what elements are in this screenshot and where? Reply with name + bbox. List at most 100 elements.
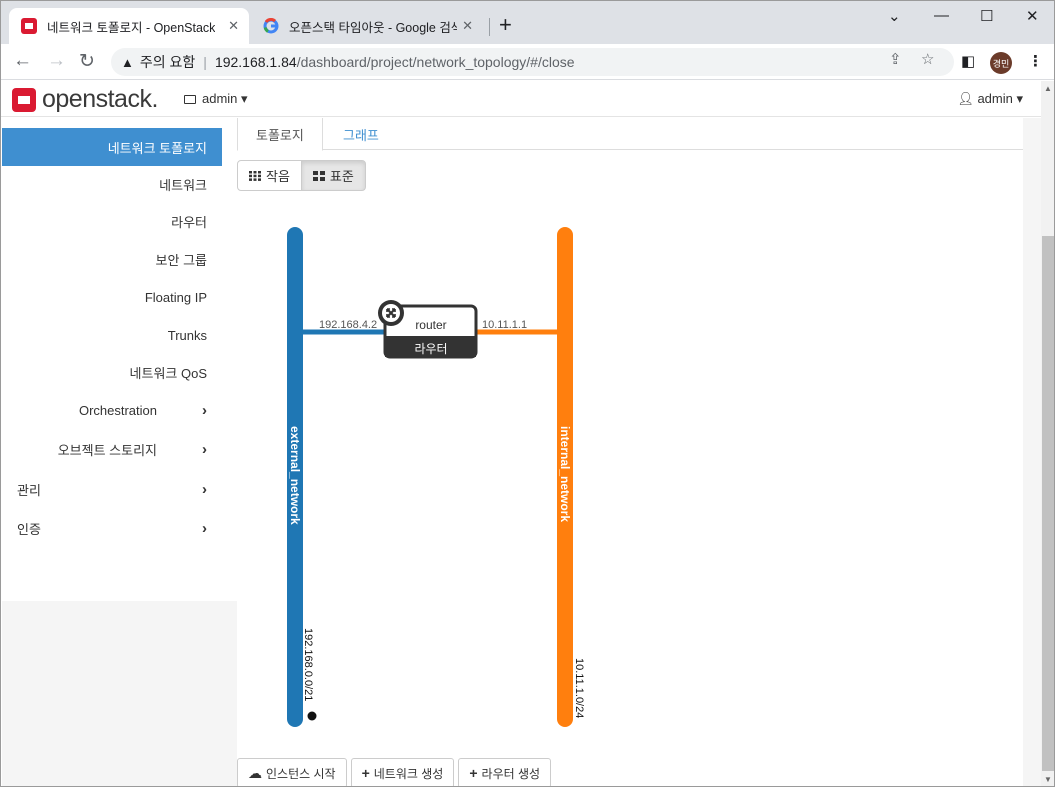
small-view-button[interactable]: 작음 <box>237 160 302 191</box>
sidebar-item-identity[interactable]: 인증 › <box>2 509 222 547</box>
sidebar-item-label: Trunks <box>167 327 207 343</box>
logo-text: openstack. <box>42 85 158 113</box>
side-panel-icon[interactable]: ◧ <box>961 52 975 70</box>
scroll-up-icon[interactable]: ▲ <box>1044 84 1052 93</box>
sidebar-item-label: 네트워크 QoS <box>129 365 207 381</box>
tab-strip: 네트워크 토폴로지 - OpenStack ✕ 오픈스택 타임아웃 - Goog… <box>1 1 1054 44</box>
tab-search-icon[interactable]: ⌄ <box>888 7 901 25</box>
warning-icon[interactable]: ▲ <box>121 55 134 70</box>
address-bar[interactable]: ▲ 주의 요함 | 192.168.1.84/dashboard/project… <box>111 48 954 76</box>
back-icon[interactable]: ← <box>13 50 32 72</box>
launch-instance-label: 인스턴스 시작 <box>266 766 336 781</box>
plus-icon: + <box>469 765 478 781</box>
create-network-button[interactable]: + 네트워크 생성 <box>350 758 455 786</box>
openstack-favicon-icon <box>21 18 37 34</box>
sidebar-item-trunks[interactable]: Trunks <box>2 316 222 354</box>
close-window-button[interactable]: ✕ <box>1026 7 1039 25</box>
sidebar-item-label: 보안 그룹 <box>155 252 207 268</box>
sidebar-item-routers[interactable]: 라우터 <box>2 202 222 240</box>
network-external[interactable]: external_network 192.168.0.0/21 <box>287 227 317 727</box>
sidebar-item-label: 네트워크 토폴로지 <box>107 140 207 156</box>
share-icon[interactable]: ⇪ <box>889 50 902 68</box>
view-tabs: 토폴로지 그래프 <box>237 118 1023 151</box>
page-scrollbar[interactable]: ▲ ▼ <box>1041 81 1054 786</box>
sidebar-item-floating-ip[interactable]: Floating IP <box>2 278 222 316</box>
sidebar: 네트워크 토폴로지 네트워크 라우터 보안 그룹 Floating IP Tru… <box>2 118 222 601</box>
scroll-down-icon[interactable]: ▼ <box>1044 775 1052 784</box>
router-type-label: 라우터 <box>414 342 447 356</box>
grid-small-icon <box>249 170 261 181</box>
profile-avatar[interactable]: 경민 <box>990 52 1012 74</box>
create-network-label: 네트워크 생성 <box>373 766 444 781</box>
chevron-right-icon: › <box>202 440 207 458</box>
tab-close-icon[interactable]: ✕ <box>462 18 473 34</box>
sidebar-item-label: 인증 <box>17 521 41 537</box>
menu-kebab-icon[interactable]: ⋮ <box>1028 52 1043 70</box>
router-icon <box>378 300 404 326</box>
normal-view-button[interactable]: 표준 <box>300 160 366 191</box>
reload-icon[interactable]: ↻ <box>79 50 95 73</box>
sidebar-item-label: Floating IP <box>144 289 207 305</box>
tab-topology[interactable]: 토폴로지 <box>237 118 323 151</box>
user-label: admin ▾ <box>977 91 1023 106</box>
tab-title: 네트워크 토폴로지 - OpenStack <box>47 20 215 35</box>
tab-google[interactable]: 오픈스택 타임아웃 - Google 검색 ✕ <box>253 8 483 44</box>
sidebar-item-orchestration[interactable]: Orchestration › <box>2 391 222 429</box>
sidebar-item-label: 네트워크 <box>159 177 207 193</box>
sidebar-item-networks[interactable]: 네트워크 <box>2 165 222 203</box>
address-divider: | <box>203 54 207 70</box>
bookmark-star-icon[interactable]: ☆ <box>921 50 934 68</box>
tab-graph[interactable]: 그래프 <box>325 118 397 150</box>
topology-actions: ☁ 인스턴스 시작 + 네트워크 생성 + 라우터 생성 <box>237 758 552 786</box>
network-name: internal_network <box>558 426 572 522</box>
sidebar-item-label: 오브젝트 스토리지 <box>57 442 157 458</box>
sidebar-item-network-qos[interactable]: 네트워크 QoS <box>2 353 222 391</box>
sidebar-item-network-topology[interactable]: 네트워크 토폴로지 <box>2 128 222 166</box>
project-label: admin ▾ <box>202 91 248 106</box>
globe-icon <box>307 711 317 721</box>
router-name: router <box>415 318 446 332</box>
minimize-button[interactable]: — <box>934 7 949 24</box>
maximize-button[interactable]: ☐ <box>980 7 993 25</box>
sidebar-item-label: 라우터 <box>171 214 207 230</box>
tab-close-icon[interactable]: ✕ <box>228 18 239 34</box>
tab-openstack[interactable]: 네트워크 토폴로지 - OpenStack ✕ <box>9 8 249 44</box>
project-icon <box>184 94 196 104</box>
scrollbar-thumb[interactable] <box>1042 236 1054 771</box>
create-router-button[interactable]: + 라우터 생성 <box>458 758 552 786</box>
browser-toolbar: ← → ↻ ▲ 주의 요함 | 192.168.1.84/dashboard/p… <box>1 44 1054 80</box>
sidebar-item-label: Orchestration <box>78 402 157 418</box>
sidebar-item-object-storage[interactable]: 오브젝트 스토리지 › <box>2 430 222 468</box>
network-cidr: 192.168.0.0/21 <box>302 628 314 701</box>
network-name: external_network <box>288 426 302 525</box>
launch-instance-button[interactable]: ☁ 인스턴스 시작 <box>237 758 347 786</box>
sidebar-item-security-groups[interactable]: 보안 그룹 <box>2 240 222 278</box>
page-background <box>1023 118 1041 786</box>
chevron-right-icon: › <box>202 519 207 537</box>
openstack-logo-icon <box>12 87 36 112</box>
network-internal[interactable]: internal_network 10.11.1.0/24 <box>557 227 585 727</box>
user-icon: 👤︎ <box>957 91 974 106</box>
browser-window: 네트워크 토폴로지 - OpenStack ✕ 오픈스택 타임아웃 - Goog… <box>0 0 1055 787</box>
user-dropdown[interactable]: 👤︎ admin ▾ <box>957 91 1023 107</box>
cloud-upload-icon: ☁ <box>248 764 262 781</box>
small-view-label: 작음 <box>266 169 290 184</box>
plus-icon: + <box>361 765 370 781</box>
network-cidr: 10.11.1.0/24 <box>573 658 585 718</box>
sidebar-item-admin[interactable]: 관리 › <box>2 470 222 508</box>
size-toggle-group: 작음 표준 <box>237 160 366 191</box>
tab-title: 오픈스택 타임아웃 - Google 검색 <box>289 20 457 35</box>
new-tab-button[interactable]: + <box>499 13 512 37</box>
router-node[interactable]: router 라우터 <box>378 300 478 359</box>
url-path[interactable]: /dashboard/project/network_topology/#/cl… <box>297 54 575 70</box>
sidebar-item-label: 관리 <box>17 482 41 498</box>
google-favicon-icon <box>263 18 279 34</box>
grid-large-icon <box>312 170 325 181</box>
url-host[interactable]: 192.168.1.84 <box>215 54 297 70</box>
security-label[interactable]: 주의 요함 <box>140 52 195 72</box>
forward-icon[interactable]: → <box>47 50 66 72</box>
create-router-label: 라우터 생성 <box>481 766 541 781</box>
openstack-logo[interactable]: openstack. <box>12 85 158 114</box>
port-ip-external: 192.168.4.2 <box>319 319 377 331</box>
project-dropdown[interactable]: admin ▾ <box>184 91 248 107</box>
